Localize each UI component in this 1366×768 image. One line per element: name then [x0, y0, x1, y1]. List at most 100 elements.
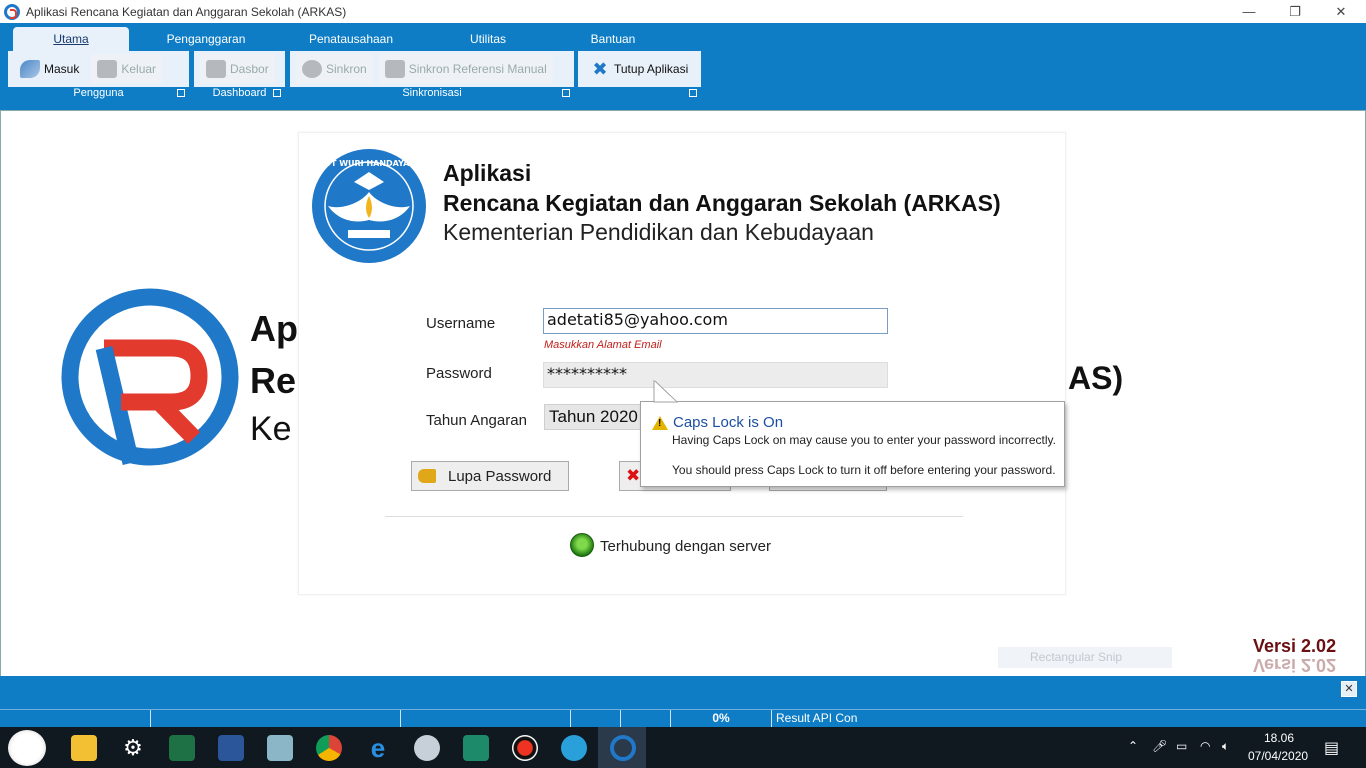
sinkron-referensi-button[interactable]: Sinkron Referensi Manual: [378, 54, 553, 84]
restore-button[interactable]: ❐: [1272, 0, 1318, 23]
username-field[interactable]: adetati85@yahoo.com: [543, 308, 888, 334]
group-launcher-icon[interactable]: [689, 89, 697, 97]
wifi-icon[interactable]: ◠: [1200, 739, 1210, 753]
video-editor-icon[interactable]: [463, 735, 489, 761]
background-title-line3: Ke: [250, 410, 292, 448]
key-icon: [418, 469, 436, 483]
status-cell-2: [151, 710, 401, 728]
start-button-icon[interactable]: [8, 730, 46, 766]
tab-penatausahaan[interactable]: Penatausahaan: [295, 27, 407, 51]
window-titlebar: Aplikasi Rencana Kegiatan dan Anggaran S…: [0, 0, 1366, 23]
battery-icon[interactable]: ▭: [1176, 739, 1187, 753]
sinkron-referensi-label: Sinkron Referensi Manual: [408, 62, 547, 76]
minimize-button[interactable]: —: [1226, 0, 1272, 23]
login-icon: [20, 60, 40, 78]
ribbon-tabs: Utama Penganggaran Penatausahaan Utilita…: [0, 27, 1366, 51]
group-launcher-icon[interactable]: [273, 89, 281, 97]
taskbar: ⚙ e ⌃ 🎤︎ ▭ ◠ 🔈︎ 18.06 07/04/2020 ▤: [0, 727, 1366, 768]
ribbon: Utama Penganggaran Penatausahaan Utilita…: [0, 23, 1366, 110]
word-icon[interactable]: [218, 735, 244, 761]
background-title-line2-end: AS): [1068, 360, 1124, 396]
lupa-password-button[interactable]: Lupa Password: [411, 461, 569, 491]
internet-explorer-icon[interactable]: e: [365, 735, 391, 761]
emblem-motto: TUT WURI HANDAYANI: [319, 159, 419, 168]
tab-penganggaran[interactable]: Penganggaran: [150, 27, 262, 51]
sinkron-button[interactable]: Sinkron: [296, 54, 373, 84]
dashboard-icon: [206, 60, 226, 78]
volume-icon[interactable]: 🔈︎: [1222, 739, 1229, 754]
dasbor-label: Dasbor: [230, 62, 269, 76]
screen-recorder-icon[interactable]: [512, 735, 538, 761]
masuk-label: Masuk: [44, 62, 80, 76]
tahun-anggaran-select[interactable]: Tahun 2020: [544, 404, 654, 430]
sinkron-label: Sinkron: [326, 62, 367, 76]
clock-time[interactable]: 18.06: [1264, 731, 1294, 745]
cancel-x-icon: ✖: [626, 466, 641, 485]
notifications-icon[interactable]: ▤: [1324, 738, 1339, 758]
password-field[interactable]: **********: [543, 362, 888, 388]
arkas-background-logo: [61, 288, 239, 466]
microphone-icon[interactable]: 🎤︎: [1152, 739, 1167, 753]
panel-close-icon[interactable]: ✕: [1341, 681, 1357, 697]
window-title: Aplikasi Rencana Kegiatan dan Anggaran S…: [26, 4, 347, 19]
login-heading-aplikasi: Aplikasi: [443, 160, 532, 186]
connection-status-icon: [570, 533, 594, 557]
status-cell-4: [571, 710, 621, 728]
group-launcher-icon[interactable]: [562, 89, 570, 97]
group-tutup-buttons: ✖ Tutup Aplikasi: [578, 51, 701, 87]
keluar-label: Keluar: [121, 62, 157, 76]
group-launcher-icon[interactable]: [177, 89, 185, 97]
close-button[interactable]: ✕: [1318, 0, 1364, 23]
tooltip-pointer: [653, 380, 678, 403]
panel-divider: [385, 516, 963, 517]
umbrella-app-icon[interactable]: [414, 735, 440, 761]
version-reflection: Versi 2.02: [1253, 655, 1337, 675]
file-explorer-icon[interactable]: [71, 735, 97, 761]
login-heading-rkas: Rencana Kegiatan dan Anggaran Sekolah (A…: [443, 190, 1001, 216]
connection-status-text: Terhubung dengan server: [600, 538, 771, 555]
login-heading-ministry: Kementerian Pendidikan dan Kebudayaan: [443, 219, 874, 245]
reference-sync-icon: [384, 60, 405, 78]
arkas-taskbar-icon[interactable]: [610, 735, 636, 761]
tahun-anggaran-label: Tahun Angaran: [426, 412, 527, 429]
password-label: Password: [426, 365, 492, 382]
snip-ghost-overlay: Rectangular Snip: [998, 647, 1172, 668]
chrome-icon[interactable]: [316, 735, 342, 761]
bottom-panel: [0, 676, 1366, 709]
group-pengguna: Masuk Keluar Pengguna: [8, 51, 189, 101]
tut-wuri-handayani-emblem: TUT WURI HANDAYANI: [312, 149, 426, 263]
notepad-app-icon[interactable]: [267, 735, 293, 761]
clock-date[interactable]: 07/04/2020: [1248, 749, 1308, 763]
tutup-aplikasi-button[interactable]: ✖ Tutup Aplikasi: [584, 54, 694, 84]
caps-lock-tooltip: Caps Lock is On Having Caps Lock on may …: [640, 401, 1065, 487]
username-hint: Masukkan Alamat Email: [544, 339, 662, 351]
excel-icon[interactable]: [169, 735, 195, 761]
lupa-password-label: Lupa Password: [448, 467, 552, 485]
dasbor-button[interactable]: Dasbor: [200, 54, 275, 84]
status-result: Result API Con: [776, 711, 858, 725]
tooltip-line1: Having Caps Lock on may cause you to ent…: [672, 433, 1056, 447]
tab-utama[interactable]: Utama: [13, 27, 129, 51]
group-pengguna-buttons: Masuk Keluar: [8, 51, 189, 87]
tab-utilitas[interactable]: Utilitas: [450, 27, 526, 51]
ribbon-groups: Masuk Keluar Pengguna Dasbor Dashboard S…: [0, 51, 1366, 101]
background-title-line1: Ap: [250, 308, 298, 349]
tab-utama-label: Utama: [53, 32, 89, 46]
tutup-aplikasi-label: Tutup Aplikasi: [614, 62, 689, 76]
status-cell-5: [621, 710, 671, 728]
telegram-icon[interactable]: [561, 735, 587, 761]
tab-bantuan[interactable]: Bantuan: [578, 27, 648, 51]
group-sinkronisasi-buttons: Sinkron Sinkron Referensi Manual: [290, 51, 574, 87]
close-app-icon: ✖: [592, 59, 608, 79]
tray-chevron-icon[interactable]: ⌃: [1128, 739, 1138, 753]
group-dashboard-label: Dashboard: [212, 87, 267, 99]
status-cell-1: [0, 710, 151, 728]
masuk-button[interactable]: Masuk: [14, 54, 85, 84]
group-dashboard-buttons: Dasbor: [194, 51, 285, 87]
keluar-button[interactable]: Keluar: [91, 54, 163, 84]
progress-percent: 0%: [671, 710, 772, 728]
group-dashboard: Dasbor Dashboard: [194, 51, 285, 101]
tooltip-title: Caps Lock is On: [673, 414, 784, 431]
username-label: Username: [426, 315, 496, 332]
settings-gear-icon[interactable]: ⚙: [120, 735, 146, 761]
